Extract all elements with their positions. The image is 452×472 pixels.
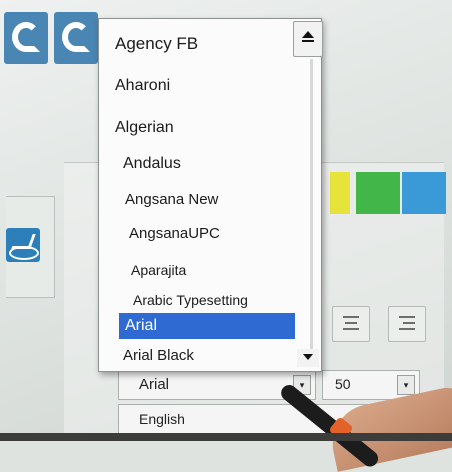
list-item[interactable]: Algerian: [115, 115, 295, 141]
font-family-dropdown-list[interactable]: Agency FB Aharoni Algerian Andalus Angsa…: [98, 18, 323, 372]
list-item[interactable]: Agency FB: [115, 31, 295, 57]
shape-arrow-icon[interactable]: [6, 228, 40, 262]
undo-arrow-icon[interactable]: [4, 12, 48, 64]
list-item[interactable]: AngsanaUPC: [129, 221, 309, 247]
list-item[interactable]: Aharoni: [115, 73, 295, 99]
list-item[interactable]: Andalus: [123, 151, 303, 177]
color-swatch-green[interactable]: [356, 172, 400, 214]
list-item-selected[interactable]: Arial: [119, 313, 295, 339]
list-item[interactable]: Angsana New: [125, 187, 305, 213]
list-item[interactable]: Arabic Typesetting: [133, 287, 313, 313]
list-item[interactable]: Aparajita: [131, 257, 311, 283]
scroll-up-button[interactable]: [293, 21, 323, 57]
font-family-value: Arial: [139, 376, 170, 393]
align-right-icon[interactable]: [388, 306, 426, 342]
monitor-bezel: [0, 433, 452, 441]
screen: Arial ▾ 50 ▾ English ▾ Agency FB Aharoni…: [0, 0, 452, 472]
language-value: English: [139, 411, 185, 427]
scroll-down-button[interactable]: [297, 349, 319, 367]
color-swatch-yellow[interactable]: [330, 172, 350, 214]
scrollbar-track[interactable]: [310, 59, 313, 355]
list-item[interactable]: Arial Black: [123, 343, 303, 369]
color-swatch-blue[interactable]: [402, 172, 446, 214]
chevron-down-icon[interactable]: ▾: [397, 375, 415, 395]
font-size-value: 50: [335, 376, 351, 392]
redo-arrow-icon[interactable]: [54, 12, 98, 64]
align-center-icon[interactable]: [332, 306, 370, 342]
